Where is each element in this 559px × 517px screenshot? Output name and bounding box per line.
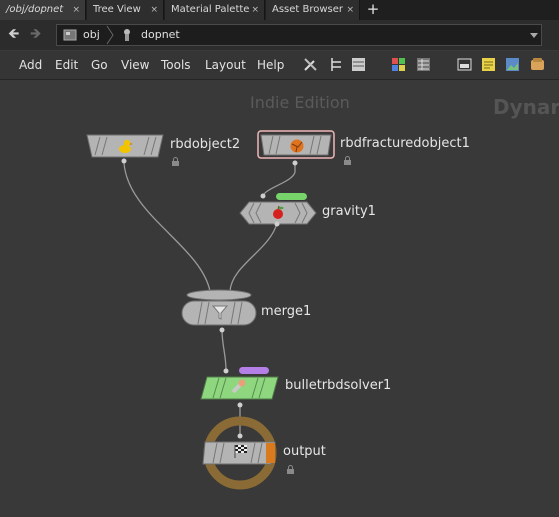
rubber-duck-icon xyxy=(119,139,133,153)
checkered-flag-icon xyxy=(234,445,247,458)
node-label-gravity1[interactable]: gravity1 xyxy=(322,204,376,219)
node-label-bulletrbdsolver1[interactable]: bulletrbdsolver1 xyxy=(285,378,391,393)
lock-icon xyxy=(344,156,351,165)
node-label-output[interactable]: output xyxy=(283,444,326,459)
fractured-sphere-icon xyxy=(290,139,304,153)
node-label-rbdobject2[interactable]: rbdobject2 xyxy=(170,137,240,152)
lock-icon xyxy=(172,157,179,166)
lock-icon xyxy=(287,465,294,474)
node-label-merge1[interactable]: merge1 xyxy=(261,304,311,319)
funnel-icon xyxy=(212,305,228,320)
solver-pipe-icon xyxy=(231,379,246,394)
node-label-rbdfracturedobject1[interactable]: rbdfracturedobject1 xyxy=(340,136,470,151)
falling-apple-icon xyxy=(273,205,284,219)
